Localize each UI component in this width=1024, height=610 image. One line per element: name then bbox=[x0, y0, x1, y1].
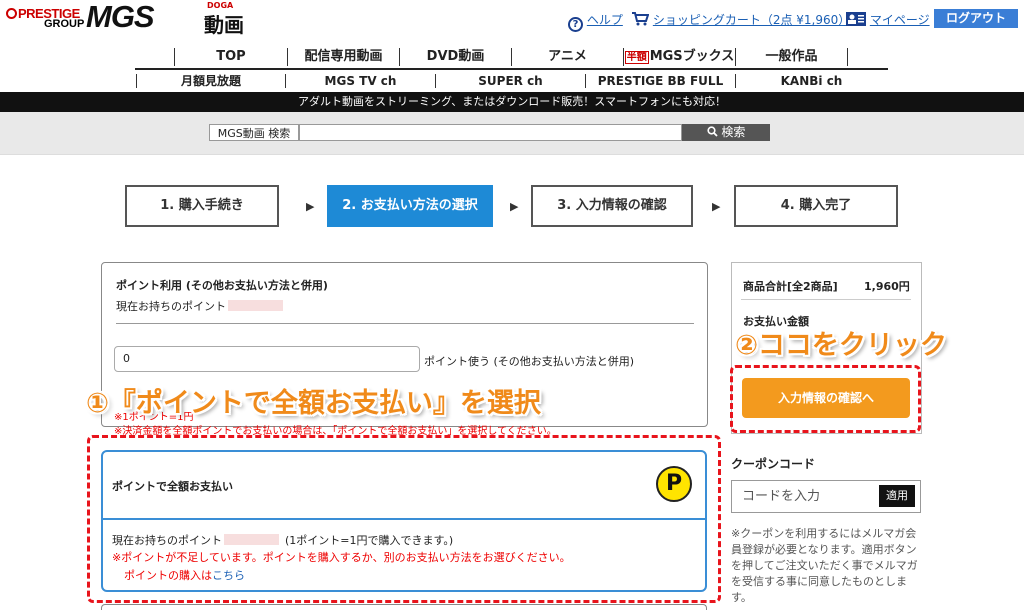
cart-link[interactable]: ショッピングカート（2点 ¥1,960） bbox=[631, 11, 850, 28]
mypage-link[interactable]: マイページ bbox=[846, 11, 930, 28]
nav-divider bbox=[847, 48, 848, 66]
step-1: 1. 購入手続き bbox=[125, 185, 279, 227]
subtotal-value: 1,960円 bbox=[864, 280, 910, 293]
divider bbox=[741, 299, 911, 300]
mgs-logo[interactable]: MGS bbox=[86, 1, 155, 33]
help-icon: ? bbox=[568, 17, 583, 32]
current-points-label: 現在お持ちのポイント bbox=[116, 300, 226, 313]
annotation-box-full-point bbox=[87, 435, 721, 603]
search-icon bbox=[706, 126, 718, 137]
point-usage-title: ポイント利用 (その他お支払い方法と併用) bbox=[116, 279, 328, 292]
search-button[interactable]: 検索 bbox=[682, 124, 770, 141]
nav-books-label: MGSブックス bbox=[649, 49, 735, 64]
nav-top[interactable]: TOP bbox=[175, 46, 287, 68]
search-input[interactable] bbox=[299, 124, 682, 141]
user-card-icon bbox=[846, 12, 866, 26]
step-arrow-icon: ▶ bbox=[510, 200, 519, 213]
step-4: 4. 購入完了 bbox=[734, 185, 898, 227]
divider bbox=[116, 323, 694, 324]
step-2-active: 2. お支払い方法の選択 bbox=[327, 185, 493, 227]
coupon-note: ※クーポンを利用するにはメルマガ会員登録が必要となります。適用ボタンを押してご注… bbox=[731, 527, 918, 604]
next-panel-edge bbox=[101, 604, 707, 610]
nav-anime[interactable]: アニメ bbox=[512, 46, 623, 68]
nav-books[interactable]: 半額 MGSブックス bbox=[624, 46, 735, 68]
step-3: 3. 入力情報の確認 bbox=[531, 185, 693, 227]
subtotal-label: 商品合計[全2商品] bbox=[743, 280, 838, 293]
search-button-label: 検索 bbox=[721, 125, 746, 139]
step-arrow-icon: ▶ bbox=[306, 200, 315, 213]
coupon-title: クーポンコード bbox=[731, 457, 816, 471]
step-arrow-icon: ▶ bbox=[712, 200, 721, 213]
annotation-step2-text: ②ココをクリック bbox=[735, 330, 947, 361]
logout-button[interactable]: ログアウト bbox=[934, 9, 1018, 28]
douga-logo-text: 動画 bbox=[204, 13, 244, 37]
info-banner: アダルト動画をストリーミング、またはダウンロード販売！スマートフォンにも対応！ bbox=[0, 92, 1024, 112]
nav-super-ch[interactable]: SUPER ch bbox=[436, 72, 585, 90]
mypage-label: マイページ bbox=[869, 13, 930, 27]
help-label: ヘルプ bbox=[586, 13, 623, 27]
point-input-suffix: ポイント使う (その他お支払い方法と併用) bbox=[424, 355, 635, 368]
cart-label: ショッピングカート（2点 ¥1,960） bbox=[652, 13, 851, 27]
search-label: MGS動画 検索 bbox=[209, 124, 299, 141]
half-price-tag: 半額 bbox=[624, 51, 649, 64]
prestige-logo-icon bbox=[6, 8, 17, 19]
coupon-apply-button[interactable]: 適用 bbox=[879, 485, 915, 507]
nav-monthly[interactable]: 月額見放題 bbox=[137, 72, 285, 90]
cart-icon bbox=[632, 12, 650, 26]
nav-kanbi[interactable]: KANBi ch bbox=[736, 72, 887, 90]
nav-divider-line bbox=[135, 68, 888, 70]
nav-prestige-bb[interactable]: PRESTIGE BB FULL bbox=[586, 72, 735, 90]
annotation-box-confirm bbox=[730, 365, 921, 433]
current-points-row: 現在お持ちのポイント bbox=[116, 298, 283, 314]
points-value-redacted bbox=[228, 300, 283, 311]
nav-dvd[interactable]: DVD動画 bbox=[400, 46, 511, 68]
annotation-step1-text: ①『ポイントで全額お支払い』を選択 bbox=[86, 388, 541, 419]
help-link[interactable]: ? ヘルプ bbox=[568, 11, 623, 32]
group-logo-text: GROUP bbox=[44, 18, 85, 30]
point-amount-input[interactable]: 0 bbox=[114, 346, 420, 372]
nav-mgs-tv[interactable]: MGS TV ch bbox=[286, 72, 435, 90]
nav-haishin[interactable]: 配信専用動画 bbox=[288, 46, 399, 68]
nav-general[interactable]: 一般作品 bbox=[736, 46, 847, 68]
